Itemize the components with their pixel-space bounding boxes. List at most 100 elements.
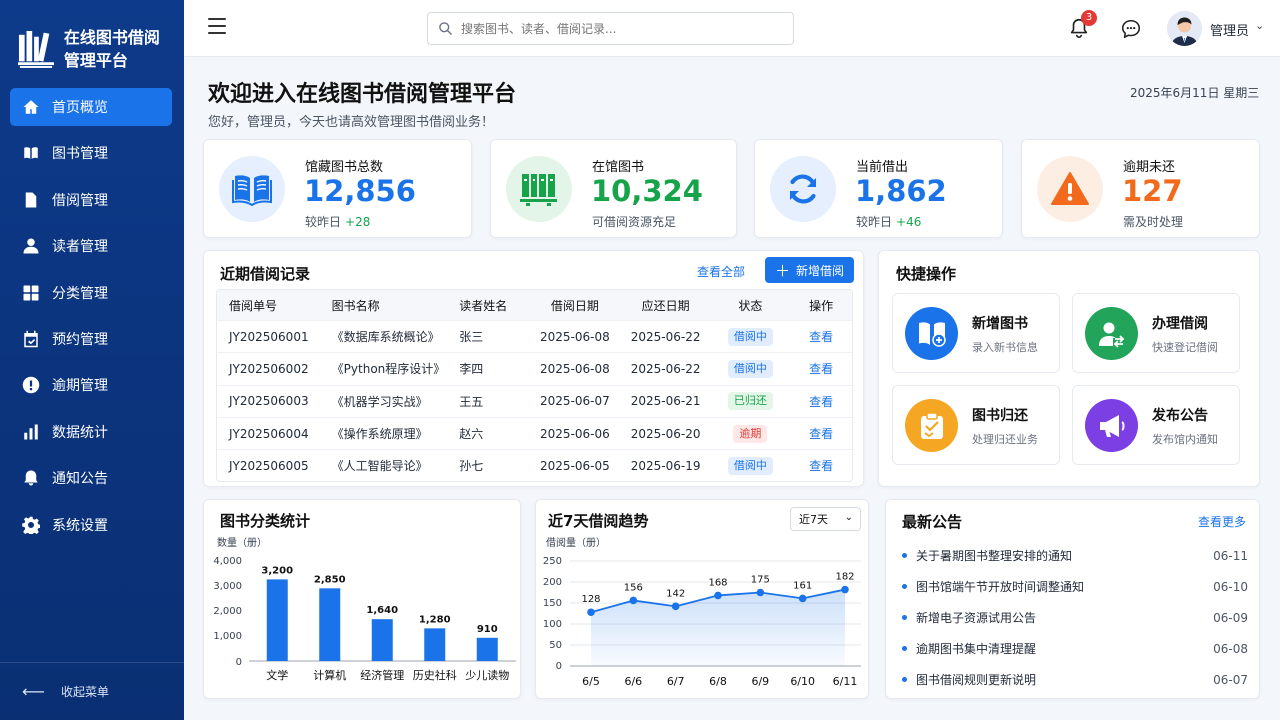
stat-note: 较昨日 +28 [305,213,370,230]
avatar[interactable] [1167,11,1202,46]
search-box[interactable] [427,12,794,45]
quick-action-borrow[interactable]: 办理借阅 快速登记借阅 [1072,293,1240,373]
x-tick-label: 6/5 [582,675,600,688]
user-name[interactable]: 管理员 [1210,20,1249,39]
quick-action-add-book[interactable]: 新增图书 录入新书信息 [892,293,1060,373]
borrow-id: JY202506005 [229,458,309,473]
bar-value-label: 1,640 [366,605,398,616]
due-date: 2025-06-22 [630,361,701,376]
document-icon [22,191,40,209]
home-icon [22,98,40,116]
notice-title: 图书馆端午节开放时间调整通知 [916,580,1085,594]
sidebar-item-label: 数据统计 [52,424,108,441]
bar [424,628,446,661]
quick-actions-panel: 快捷操作 新增图书 录入新书信息 办理借阅 快速登记借阅 图书归还 处理归还业务… [878,250,1260,487]
calendar-icon [22,330,40,348]
sidebar-item-overdue[interactable]: 逾期管理 [10,366,172,404]
notice-item[interactable]: 新增电子资源试用公告 06-09 [902,609,1248,626]
view-all-link[interactable]: 查看全部 [697,263,745,280]
quick-action-announce[interactable]: 发布公告 发布馆内通知 [1072,385,1240,465]
chevron-down-icon[interactable]: ⌄ [1255,19,1264,32]
page-subtitle: 您好，管理员，今天也请高效管理图书借阅业务！ [208,115,495,130]
category-chart-panel: 图书分类统计 数量（册） 4,000 3,000 2,000 1,000 0 3… [203,499,521,699]
column-header: 借阅日期 [550,298,599,313]
sidebar-item-label: 读者管理 [52,239,108,256]
notice-title: 逾期图书集中清理提醒 [916,642,1037,656]
notice-item[interactable]: 逾期图书集中清理提醒 06-08 [902,640,1248,657]
bullet-dot [902,615,907,620]
quick-action-return[interactable]: 图书归还 处理归还业务 [892,385,1060,465]
data-label: 168 [708,577,727,588]
notice-date: 06-09 [1213,610,1248,625]
data-point [714,591,722,600]
y-tick-label: 250 [543,556,562,567]
bar [371,619,393,661]
sidebar-item-books[interactable]: 图书管理 [10,134,172,172]
notice-item[interactable]: 图书借阅规则更新说明 06-07 [902,671,1248,688]
data-label: 175 [751,575,770,586]
x-tick-label: 6/9 [751,675,769,688]
hamburger-menu-icon[interactable] [208,18,226,34]
table-row: JY202506001 《数据库系统概论》 张三 2025-06-08 2025… [217,320,852,352]
y-tick-label: 150 [543,598,562,609]
notice-date: 06-07 [1213,672,1248,687]
warning-icon [1051,172,1089,205]
refresh-icon [789,174,817,204]
status-cell: 借阅中 [710,456,790,475]
arrow-left-icon: ⟵ [22,682,45,701]
sidebar-item-categories[interactable]: 分类管理 [10,274,172,312]
data-label: 156 [624,582,643,593]
table-row: JY202506005 《人工智能导论》 孙七 2025-06-05 2025-… [217,449,852,481]
chat-icon[interactable] [1120,18,1142,40]
notice-date: 06-08 [1213,641,1248,656]
quick-action-icon-circle [1085,307,1138,360]
collapse-menu-button[interactable]: ⟵ 收起菜单 [0,662,184,720]
stat-card-in-library: 在馆图书 10,324 可借阅资源充足 [490,139,737,238]
view-link[interactable]: 查看 [790,425,852,442]
y-tick-label: 200 [543,577,562,588]
stat-card-overdue: 逾期未还 127 需及时处理 [1021,139,1260,238]
sidebar-item-label: 图书管理 [52,146,108,163]
view-link[interactable]: 查看 [790,328,852,345]
borrow-id: JY202506001 [229,329,309,344]
sidebar-item-readers[interactable]: 读者管理 [10,227,172,265]
sidebar-item-label: 通知公告 [52,471,108,488]
sidebar: 在线图书借阅管理平台 首页概览 图书管理 借阅管理 读者管理 分类管理 预约管理 [0,0,184,720]
notice-title: 图书借阅规则更新说明 [916,673,1037,687]
sidebar-item-home[interactable]: 首页概览 [10,88,172,126]
collapse-menu-label: 收起菜单 [60,685,109,699]
sidebar-item-reservations[interactable]: 预约管理 [10,320,172,358]
view-more-link[interactable]: 查看更多 [1198,513,1246,530]
bar [266,579,288,661]
notice-title: 关于暑期图书整理安排的通知 [916,549,1073,563]
y-tick-label: 100 [543,619,562,630]
x-tick-label: 计算机 [313,668,346,682]
bar-value-label: 2,850 [314,574,346,585]
data-point [756,588,765,597]
quick-action-icon-circle [905,399,958,452]
alert-icon [22,376,40,394]
user-transfer-icon [1098,322,1124,348]
stat-label: 在馆图书 [592,160,645,175]
x-tick-label: 历史社科 [413,668,457,682]
table-header: 借阅单号 图书名称 读者姓名 借阅日期 应还日期 状态 操作 [217,290,852,320]
reader-name: 王五 [459,394,484,409]
data-label: 128 [581,594,600,605]
data-point [587,608,595,617]
sidebar-item-notices[interactable]: 通知公告 [10,459,172,497]
search-input[interactable] [461,21,761,36]
notice-item[interactable]: 关于暑期图书整理安排的通知 06-11 [902,547,1248,564]
sidebar-item-settings[interactable]: 系统设置 [10,506,172,544]
add-borrow-button[interactable]: ＋ 新增借阅 [765,257,854,283]
sidebar-item-statistics[interactable]: 数据统计 [10,413,172,451]
view-link[interactable]: 查看 [790,360,852,377]
view-link[interactable]: 查看 [790,393,852,410]
stat-icon-circle [770,156,836,222]
notice-item[interactable]: 图书馆端午节开放时间调整通知 06-10 [902,578,1248,595]
reader-name: 张三 [459,330,484,345]
view-link[interactable]: 查看 [790,457,852,474]
y-tick-label: 4,000 [213,556,242,567]
sidebar-item-borrow[interactable]: 借阅管理 [10,181,172,219]
borrow-records-panel: 近期借阅记录 查看全部 ＋ 新增借阅 借阅单号 图书名称 读者姓名 借阅日期 应还… [203,250,864,487]
status-cell: 借阅中 [710,359,790,378]
